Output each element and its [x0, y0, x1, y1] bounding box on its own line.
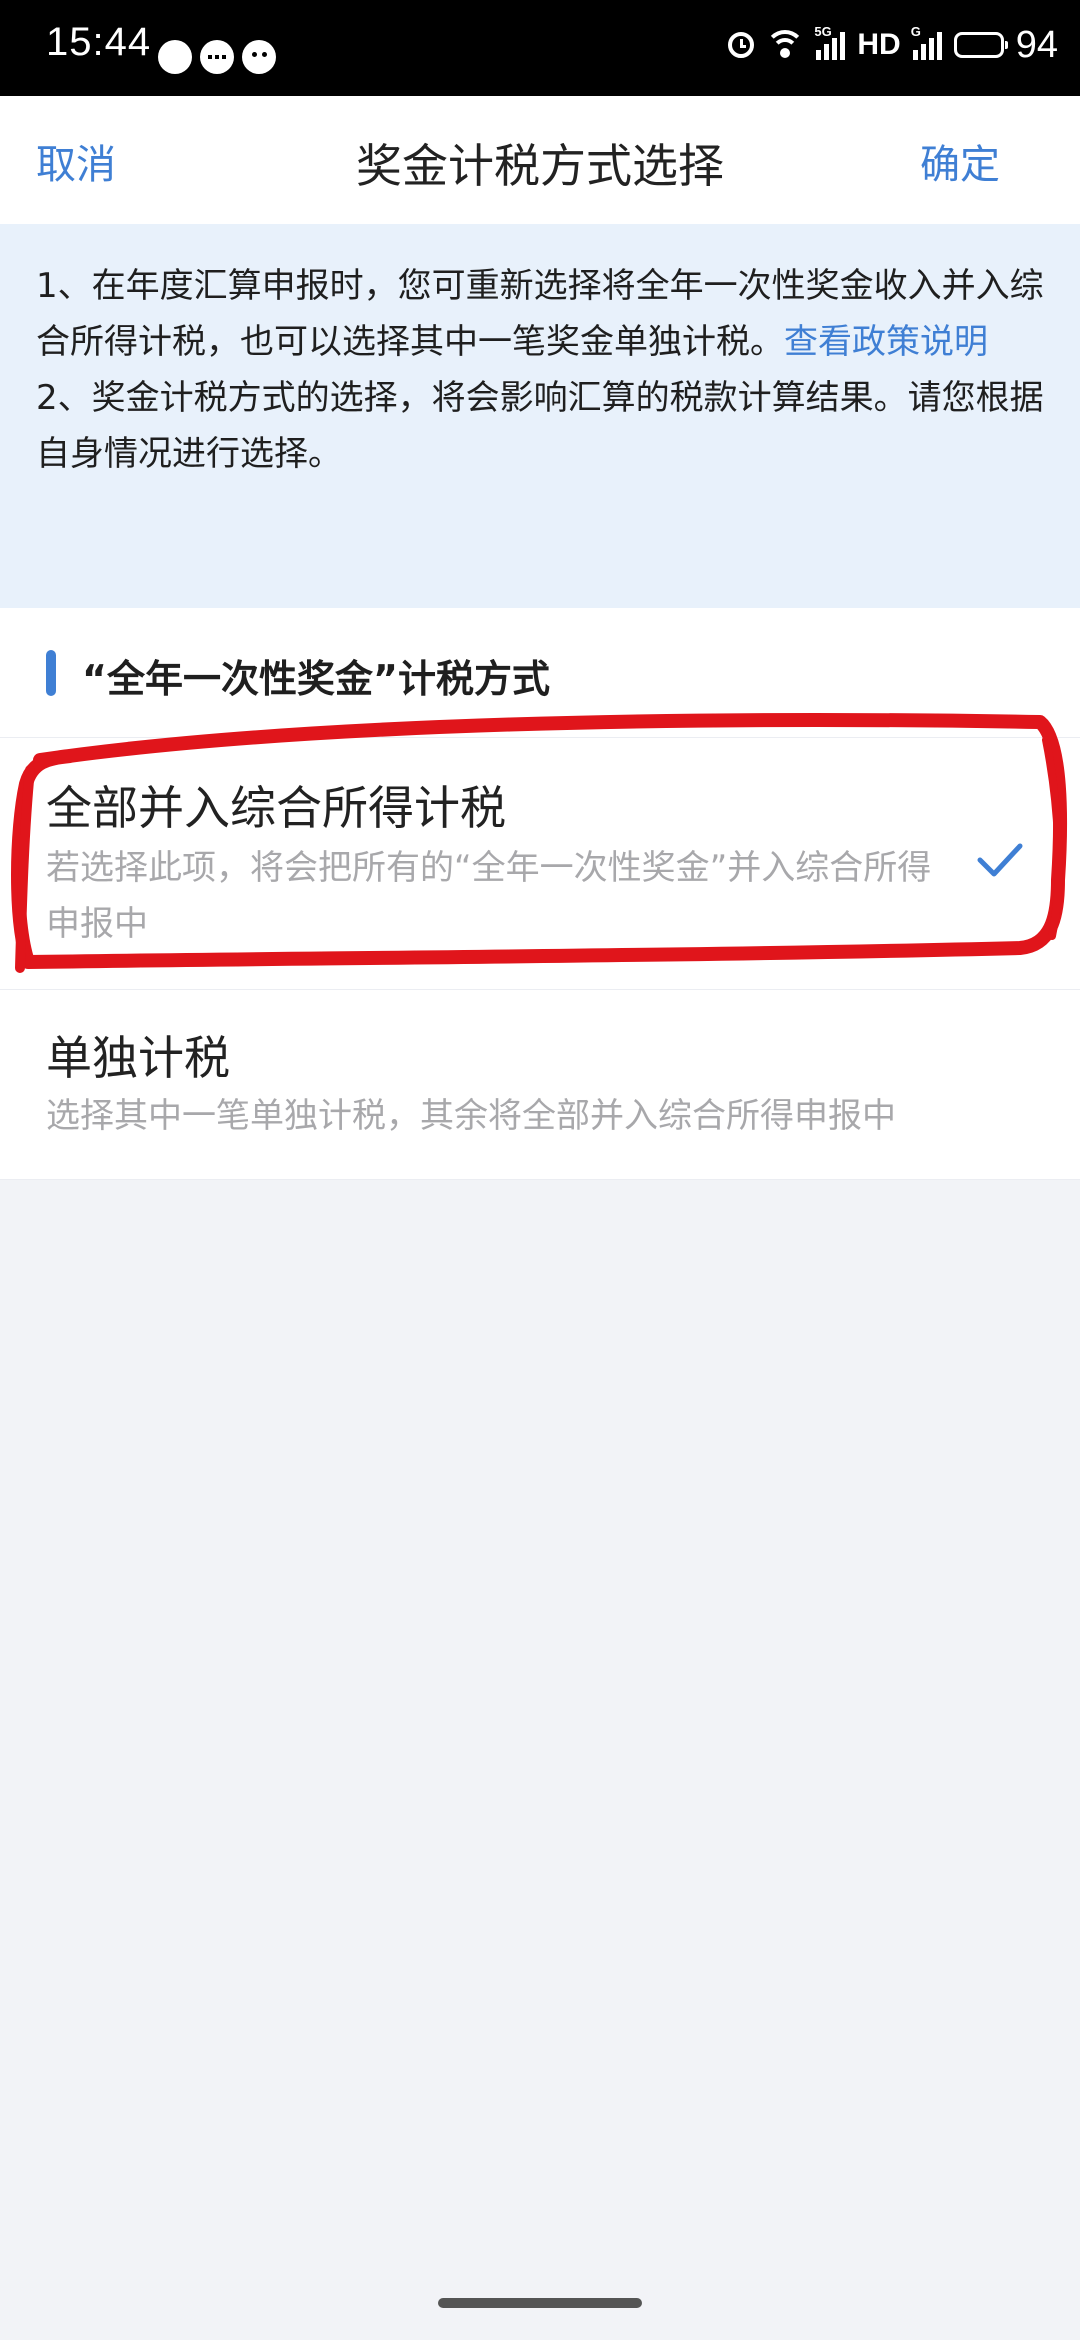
- option-description: 若选择此项，将会把所有的“全年一次性奖金”并入综合所得申报中: [46, 848, 932, 944]
- battery-percent: 94: [1015, 23, 1058, 66]
- alarm-icon: [728, 32, 755, 58]
- policy-link[interactable]: 查看政策说明: [784, 322, 988, 362]
- system-status: 5G HD G 94: [728, 20, 1058, 70]
- notification-icons: [158, 40, 276, 74]
- option-all-combined[interactable]: 全部并入综合所得计税 若选择此项，将会把所有的“全年一次性奖金”并入综合所得申报…: [0, 738, 1080, 990]
- status-bar: 15:44 5G HD G 94: [0, 0, 1080, 96]
- notice-line-1: 1、在年度汇算申报时，您可重新选择将全年一次性奖金收入并入综合所得计税，也可以选…: [36, 258, 1050, 370]
- section-accent-bar: [46, 650, 56, 696]
- option-description: 选择其中一笔单独计税，其余将全部并入综合所得申报中: [46, 1096, 896, 1136]
- home-indicator[interactable]: [438, 2298, 642, 2308]
- section-title: “全年一次性奖金”计税方式: [82, 657, 550, 701]
- wechat-icon: [242, 40, 276, 74]
- message-bubble-icon: [158, 40, 192, 74]
- confirm-button[interactable]: 确定: [920, 132, 1000, 190]
- check-icon: [977, 843, 1023, 877]
- signal-icon: G: [911, 24, 942, 60]
- notice-panel: 1、在年度汇算申报时，您可重新选择将全年一次性奖金收入并入综合所得计税，也可以选…: [0, 224, 1080, 608]
- notice-line-2: 2、奖金计税方式的选择，将会影响汇算的税款计算结果。请您根据自身情况进行选择。: [36, 378, 1044, 474]
- option-separate[interactable]: 单独计税 选择其中一笔单独计税，其余将全部并入综合所得申报中: [0, 990, 1080, 1180]
- hd-indicator: HD: [857, 28, 901, 61]
- page-title: 奖金计税方式选择: [356, 139, 724, 193]
- chat-icon: [200, 40, 234, 74]
- wifi-icon: [766, 30, 805, 60]
- option-title: 单独计税: [46, 1031, 230, 1085]
- nav-header: 取消 奖金计税方式选择 确定: [0, 96, 1080, 225]
- option-title: 全部并入综合所得计税: [46, 781, 506, 835]
- signal-5g-icon: 5G: [814, 24, 846, 60]
- status-time: 15:44: [46, 20, 152, 64]
- section-header: “全年一次性奖金”计税方式: [0, 608, 1080, 738]
- battery-icon: [953, 32, 1008, 58]
